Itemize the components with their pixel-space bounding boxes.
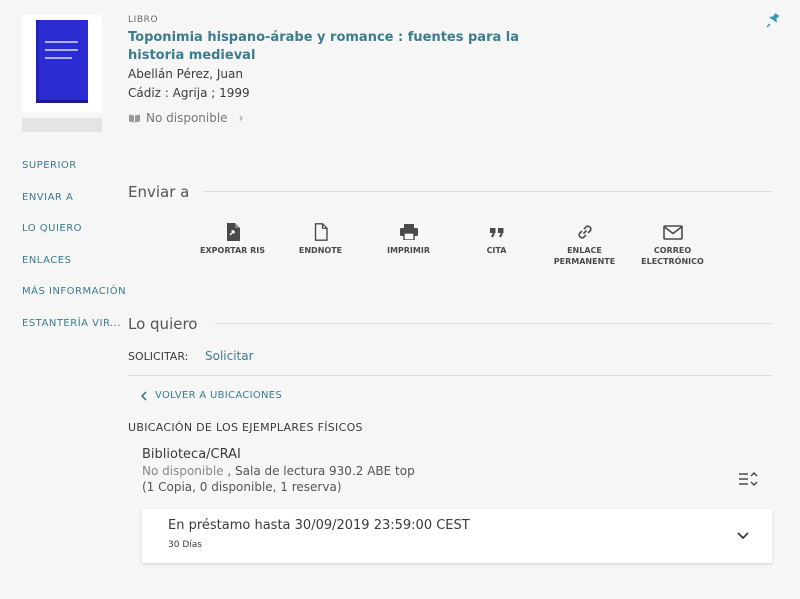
permalink-label: ENLACE PERMANENTE bbox=[553, 246, 616, 266]
request-divider bbox=[215, 323, 772, 324]
section-nav: SUPERIOR ENVIAR A LO QUIERO ENLACES MÁS … bbox=[22, 158, 126, 348]
export-ris-label: EXPORTAR RIS bbox=[200, 246, 265, 255]
record-type: Libro bbox=[128, 15, 159, 25]
library-name: Biblioteca/CRAI bbox=[142, 447, 241, 462]
file-export-icon bbox=[223, 222, 243, 242]
availability-status[interactable]: No disponible › bbox=[128, 111, 243, 125]
item-card[interactable]: En préstamo hasta 30/09/2019 23:59:00 CE… bbox=[142, 509, 772, 563]
chevron-down-icon[interactable] bbox=[736, 530, 750, 542]
book-cover-icon bbox=[36, 20, 88, 103]
permalink-button[interactable]: ENLACE PERMANENTE bbox=[542, 222, 627, 267]
request-heading: Lo quiero bbox=[128, 315, 198, 333]
book-open-icon bbox=[129, 114, 140, 123]
nav-item-mas-informacion[interactable]: MÁS INFORMACIÓN bbox=[22, 284, 126, 300]
send-to-heading: Enviar a bbox=[128, 183, 190, 201]
envelope-icon bbox=[662, 222, 683, 242]
email-label: CORREO ELECTRÓNICO bbox=[641, 246, 704, 266]
record-title[interactable]: Toponimia hispano-árabe y romance : fuen… bbox=[128, 29, 548, 65]
printer-icon bbox=[399, 222, 419, 242]
copies-count: (1 Copia, 0 disponible, 1 reserva) bbox=[142, 480, 342, 494]
export-ris-button[interactable]: EXPORTAR RIS bbox=[190, 222, 275, 267]
document-icon bbox=[311, 222, 331, 242]
location-status: No disponible , Sala de lectura 930.2 AB… bbox=[142, 464, 415, 478]
link-icon bbox=[575, 222, 595, 242]
request-link[interactable]: Solicitar bbox=[205, 349, 254, 363]
request-label: SOLICITAR: bbox=[128, 350, 189, 363]
print-button[interactable]: IMPRIMIR bbox=[366, 222, 451, 267]
filter-sort-icon[interactable] bbox=[738, 470, 758, 488]
locations-heading: UBICACIÓN DE LOS EJEMPLARES FÍSICOS bbox=[128, 421, 363, 434]
endnote-button[interactable]: ENDNOTE bbox=[278, 222, 363, 267]
availability-text: No disponible bbox=[146, 111, 228, 125]
location-detail: , Sala de lectura 930.2 ABE top bbox=[223, 464, 415, 478]
book-cover-thumbnail[interactable] bbox=[22, 15, 102, 112]
loan-policy: 30 Días bbox=[168, 540, 202, 550]
send-to-actions: EXPORTAR RIS ENDNOTE IMPRIMIR CITA ENLAC… bbox=[190, 222, 718, 267]
citation-button[interactable]: CITA bbox=[454, 222, 539, 267]
loan-status: En préstamo hasta 30/09/2019 23:59:00 CE… bbox=[168, 518, 470, 533]
nav-item-enlaces[interactable]: ENLACES bbox=[22, 253, 126, 269]
citation-label: CITA bbox=[486, 246, 507, 255]
nav-item-estanteria-virtual[interactable]: ESTANTERÍA VIR... bbox=[22, 316, 126, 332]
nav-item-lo-quiero[interactable]: LO QUIERO bbox=[22, 221, 126, 237]
send-to-divider bbox=[203, 191, 772, 192]
endnote-label: ENDNOTE bbox=[298, 246, 343, 255]
print-label: IMPRIMIR bbox=[386, 246, 431, 255]
email-button[interactable]: CORREO ELECTRÓNICO bbox=[630, 222, 715, 267]
chevron-left-icon bbox=[140, 390, 147, 401]
back-to-locations-button[interactable]: VOLVER A UBICACIONES bbox=[140, 390, 282, 401]
back-label: VOLVER A UBICACIONES bbox=[155, 390, 283, 401]
nav-item-enviar-a[interactable]: ENVIAR A bbox=[22, 190, 126, 206]
pin-icon[interactable] bbox=[766, 12, 780, 28]
location-availability: No disponible bbox=[142, 464, 224, 478]
record-publisher: Cádiz : Agrija ; 1999 bbox=[128, 86, 250, 100]
quote-icon bbox=[487, 222, 507, 242]
request-bottom-divider bbox=[128, 375, 772, 376]
thumbnail-bar bbox=[22, 118, 102, 132]
chevron-right-icon: › bbox=[238, 111, 244, 125]
nav-item-superior[interactable]: SUPERIOR bbox=[22, 158, 126, 174]
record-author: Abellán Pérez, Juan bbox=[128, 67, 243, 81]
